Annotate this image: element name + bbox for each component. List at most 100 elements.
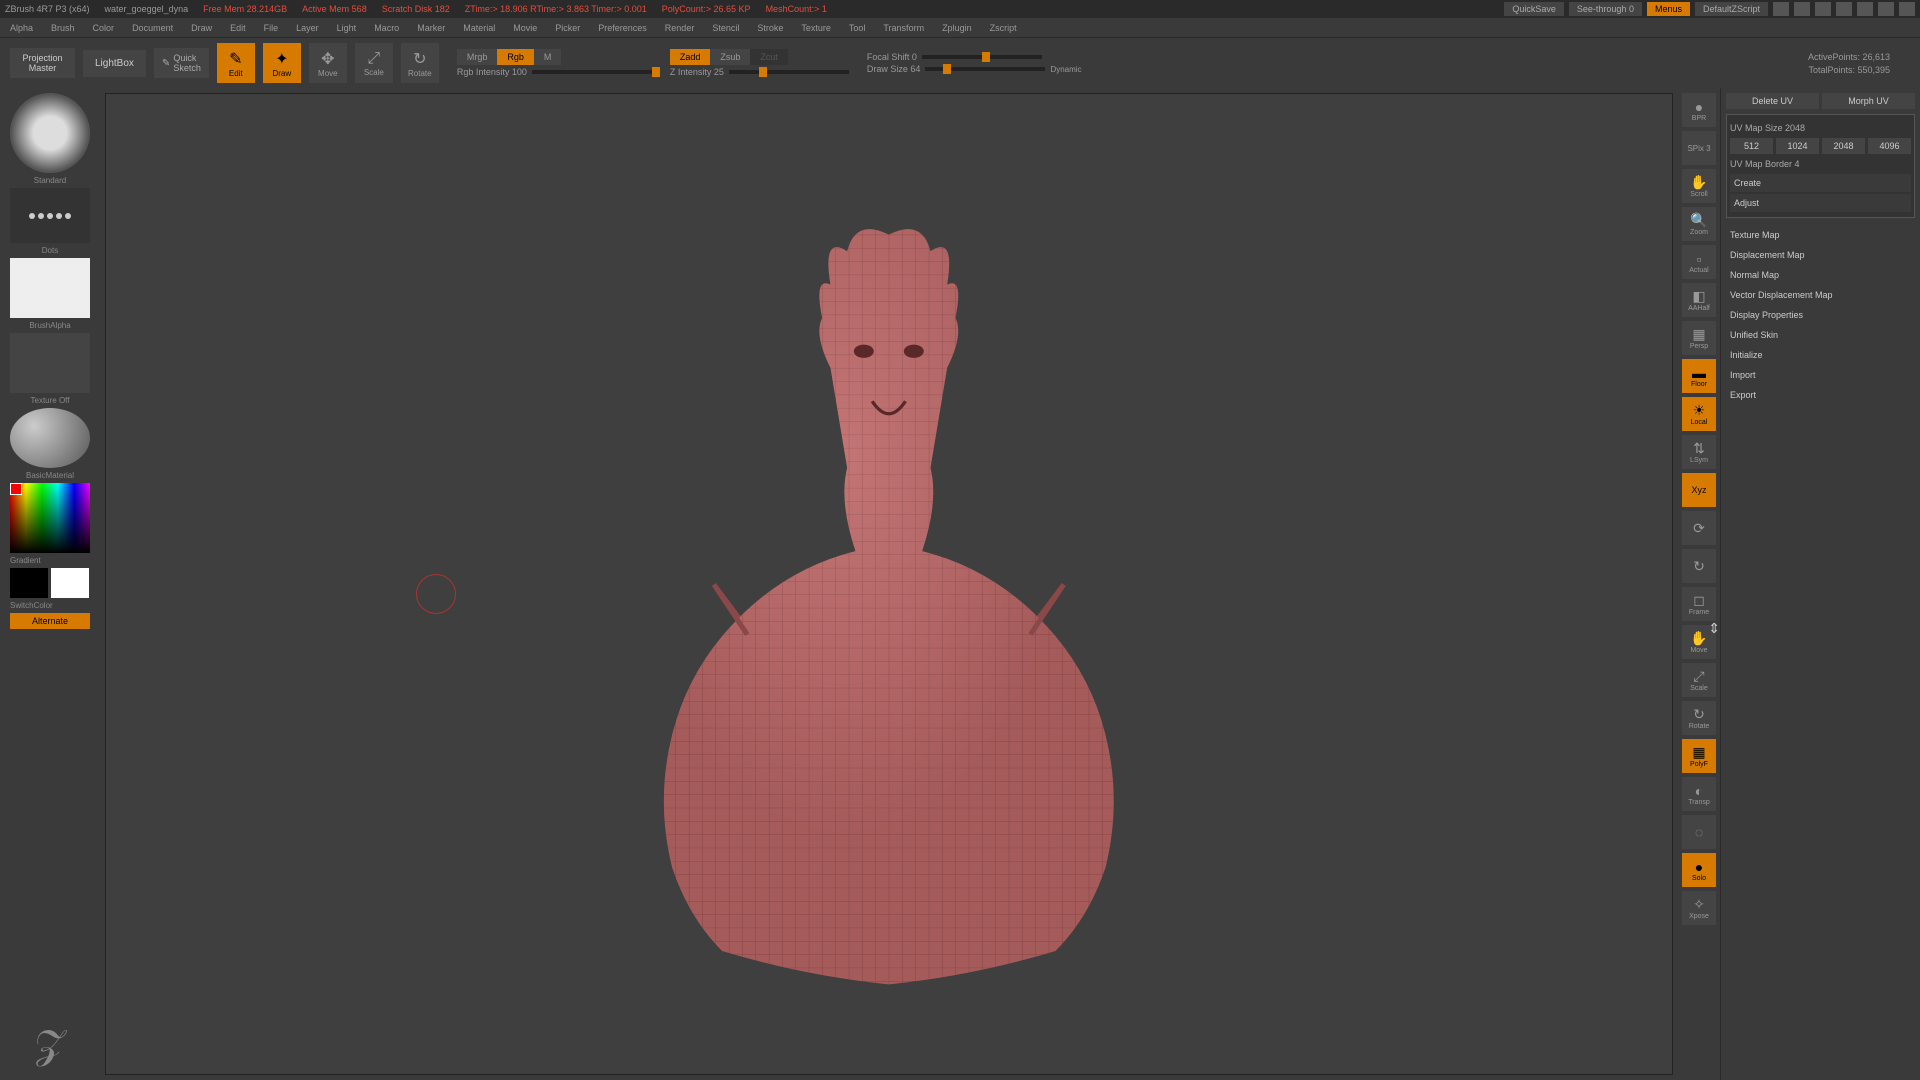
window-icon[interactable] xyxy=(1836,2,1852,16)
transp-button[interactable]: ◐Transp xyxy=(1682,777,1716,811)
window-icon[interactable] xyxy=(1794,2,1810,16)
texture-map-section[interactable]: Texture Map xyxy=(1726,226,1915,244)
focal-shift-slider[interactable]: Focal Shift 0 xyxy=(867,52,917,62)
m-button[interactable]: M xyxy=(534,49,562,65)
quicksave-button[interactable]: QuickSave xyxy=(1504,2,1564,16)
rgb-intensity-slider[interactable]: Rgb Intensity 100 xyxy=(457,67,527,77)
z-intensity-slider[interactable]: Z Intensity 25 xyxy=(670,67,724,77)
import-section[interactable]: Import xyxy=(1726,366,1915,384)
rot-button[interactable]: ⟳ xyxy=(1682,511,1716,545)
quick-sketch-button[interactable]: ✎ Quick Sketch xyxy=(154,48,209,78)
lightbox-button[interactable]: LightBox xyxy=(83,50,146,77)
floor-button[interactable]: ▬Floor xyxy=(1682,359,1716,393)
scroll-button[interactable]: ✋Scroll xyxy=(1682,169,1716,203)
stroke-preview[interactable] xyxy=(10,188,90,243)
maximize-icon[interactable] xyxy=(1878,2,1894,16)
uv-size-2048[interactable]: 2048 xyxy=(1822,138,1865,154)
lsym-button[interactable]: ⇅LSym xyxy=(1682,435,1716,469)
window-icon[interactable] xyxy=(1773,2,1789,16)
local-button[interactable]: ☀Local xyxy=(1682,397,1716,431)
zoom-button[interactable]: 🔍Zoom xyxy=(1682,207,1716,241)
uv-map-size-slider[interactable]: UV Map Size 2048 xyxy=(1730,123,1911,133)
gradient-label[interactable]: Gradient xyxy=(10,556,90,565)
zsub-button[interactable]: Zsub xyxy=(710,49,750,65)
persp-button[interactable]: ▦Persp xyxy=(1682,321,1716,355)
menu-brush[interactable]: Brush xyxy=(51,23,75,33)
morph-uv-button[interactable]: Morph UV xyxy=(1822,93,1915,109)
rotate-nav-button[interactable]: ↻Rotate xyxy=(1682,701,1716,735)
aahalf-button[interactable]: ◧AAHalf xyxy=(1682,283,1716,317)
draw-tool[interactable]: ✦Draw xyxy=(263,43,301,83)
uv-size-1024[interactable]: 1024 xyxy=(1776,138,1819,154)
dynamic-label[interactable]: Dynamic xyxy=(1050,65,1081,74)
window-icon[interactable] xyxy=(1815,2,1831,16)
primary-color[interactable] xyxy=(51,568,89,598)
polyf-button[interactable]: ▦PolyF xyxy=(1682,739,1716,773)
unified-skin-section[interactable]: Unified Skin xyxy=(1726,326,1915,344)
menu-alpha[interactable]: Alpha xyxy=(10,23,33,33)
create-section[interactable]: Create xyxy=(1730,174,1911,192)
switchcolor-button[interactable]: SwitchColor xyxy=(10,601,90,610)
menu-stencil[interactable]: Stencil xyxy=(712,23,739,33)
rotate-tool[interactable]: ↻Rotate xyxy=(401,43,439,83)
menu-marker[interactable]: Marker xyxy=(417,23,445,33)
menu-layer[interactable]: Layer xyxy=(296,23,319,33)
menu-preferences[interactable]: Preferences xyxy=(598,23,647,33)
alpha-preview[interactable] xyxy=(10,258,90,318)
brush-preview[interactable] xyxy=(10,93,90,173)
menu-macro[interactable]: Macro xyxy=(374,23,399,33)
frame-button[interactable]: ◻Frame xyxy=(1682,587,1716,621)
menu-light[interactable]: Light xyxy=(337,23,357,33)
zcut-button[interactable]: Zcut xyxy=(750,49,788,65)
menu-document[interactable]: Document xyxy=(132,23,173,33)
move-tool[interactable]: ✥Move xyxy=(309,43,347,83)
zadd-button[interactable]: Zadd xyxy=(670,49,711,65)
xpose-button[interactable]: ✧Xpose xyxy=(1682,891,1716,925)
rgb-button[interactable]: Rgb xyxy=(497,49,534,65)
menu-color[interactable]: Color xyxy=(93,23,115,33)
delete-uv-button[interactable]: Delete UV xyxy=(1726,93,1819,109)
menu-picker[interactable]: Picker xyxy=(555,23,580,33)
alternate-button[interactable]: Alternate xyxy=(10,613,90,629)
bpr-button[interactable]: ●BPR xyxy=(1682,93,1716,127)
menu-edit[interactable]: Edit xyxy=(230,23,246,33)
seethrough-slider[interactable]: See-through 0 xyxy=(1569,2,1642,16)
initialize-section[interactable]: Initialize xyxy=(1726,346,1915,364)
menu-material[interactable]: Material xyxy=(463,23,495,33)
scale-nav-button[interactable]: ⤢Scale xyxy=(1682,663,1716,697)
menu-stroke[interactable]: Stroke xyxy=(757,23,783,33)
menu-texture[interactable]: Texture xyxy=(801,23,831,33)
menu-zplugin[interactable]: Zplugin xyxy=(942,23,972,33)
color-picker[interactable] xyxy=(10,483,90,553)
menu-draw[interactable]: Draw xyxy=(191,23,212,33)
solo-button[interactable]: ●Solo xyxy=(1682,853,1716,887)
draw-size-slider[interactable]: Draw Size 64 xyxy=(867,64,921,74)
minimize-icon[interactable] xyxy=(1857,2,1873,16)
uv-size-4096[interactable]: 4096 xyxy=(1868,138,1911,154)
menu-render[interactable]: Render xyxy=(665,23,695,33)
texture-preview[interactable] xyxy=(10,333,90,393)
display-properties-section[interactable]: Display Properties xyxy=(1726,306,1915,324)
actual-button[interactable]: ▫Actual xyxy=(1682,245,1716,279)
displacement-map-section[interactable]: Displacement Map xyxy=(1726,246,1915,264)
material-preview[interactable] xyxy=(10,408,90,468)
vector-displacement-section[interactable]: Vector Displacement Map xyxy=(1726,286,1915,304)
ghost-button[interactable]: ◌ xyxy=(1682,815,1716,849)
uv-border-slider[interactable]: UV Map Border 4 xyxy=(1730,159,1911,169)
uv-size-512[interactable]: 512 xyxy=(1730,138,1773,154)
close-icon[interactable] xyxy=(1899,2,1915,16)
scale-tool[interactable]: ⤢Scale xyxy=(355,43,393,83)
menu-file[interactable]: File xyxy=(264,23,279,33)
menu-movie[interactable]: Movie xyxy=(513,23,537,33)
spix-button[interactable]: SPix 3 xyxy=(1682,131,1716,165)
rot-z-button[interactable]: ↻ xyxy=(1682,549,1716,583)
projection-master-button[interactable]: Projection Master xyxy=(10,48,75,78)
edit-tool[interactable]: ✎Edit xyxy=(217,43,255,83)
mrgb-button[interactable]: Mrgb xyxy=(457,49,498,65)
viewport-canvas[interactable] xyxy=(105,93,1673,1075)
export-section[interactable]: Export xyxy=(1726,386,1915,404)
xyz-button[interactable]: Xyz xyxy=(1682,473,1716,507)
menu-zscript[interactable]: Zscript xyxy=(990,23,1017,33)
normal-map-section[interactable]: Normal Map xyxy=(1726,266,1915,284)
menus-button[interactable]: Menus xyxy=(1647,2,1690,16)
